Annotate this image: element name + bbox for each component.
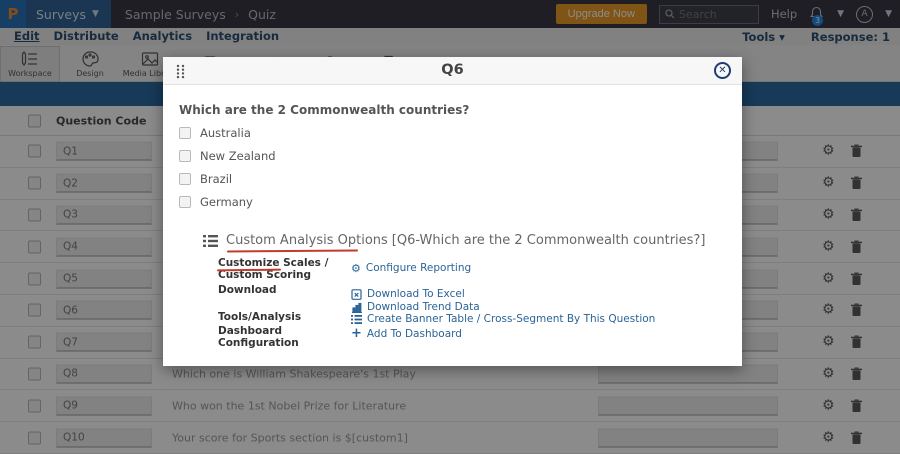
banner-list-icon: [351, 314, 362, 325]
modal-options-list: Australia New Zealand Brazil Germany: [179, 121, 276, 213]
cogs-icon: ⚙: [351, 263, 361, 274]
option-label: Australia: [200, 126, 251, 140]
modal-header: Q6 ✕: [163, 57, 742, 85]
analysis-section-title: Custom Analysis Options [Q6-Which are the…: [226, 233, 705, 248]
link-label: Create Banner Table / Cross-Segment By T…: [367, 313, 655, 325]
option-row: New Zealand: [179, 144, 276, 167]
option-checkbox[interactable]: [179, 196, 191, 208]
download-trend-data-link[interactable]: Download Trend Data: [351, 301, 480, 313]
configure-reporting-link[interactable]: ⚙ Configure Reporting: [351, 262, 471, 274]
trend-chart-icon: [351, 302, 362, 313]
red-annotation-underline: [227, 250, 358, 253]
add-to-dashboard-link[interactable]: + Add To Dashboard: [351, 327, 462, 340]
create-banner-table-link[interactable]: Create Banner Table / Cross-Segment By T…: [351, 313, 655, 325]
plus-icon: +: [351, 327, 362, 340]
option-checkbox[interactable]: [179, 173, 191, 185]
option-label: Brazil: [200, 172, 232, 186]
close-icon[interactable]: ✕: [714, 62, 731, 79]
analysis-category-dashboard-configuration: Dashboard Configuration: [218, 325, 346, 349]
analysis-category-download: Download: [218, 284, 346, 296]
excel-file-icon: [351, 289, 362, 300]
modal-question-text: Which are the 2 Commonwealth countries?: [179, 103, 469, 117]
analysis-category-tools-analysis: Tools/Analysis: [218, 311, 346, 323]
link-label: Configure Reporting: [366, 262, 471, 274]
option-checkbox[interactable]: [179, 150, 191, 162]
option-row: Brazil: [179, 167, 276, 190]
app-window: P Surveys ▼ Sample Surveys › Quiz Upgrad…: [0, 0, 900, 454]
option-row: Australia: [179, 121, 276, 144]
option-label: New Zealand: [200, 149, 276, 163]
link-label: Add To Dashboard: [367, 328, 462, 340]
analysis-title-text: Custom Analysis Options: [226, 233, 388, 248]
option-checkbox[interactable]: [179, 127, 191, 139]
download-to-excel-link[interactable]: Download To Excel: [351, 288, 465, 300]
question-detail-modal: Q6 ✕ Which are the 2 Commonwealth countr…: [163, 57, 742, 366]
modal-title: Q6: [163, 62, 742, 78]
link-label: Download To Excel: [367, 288, 465, 300]
analysis-title-question-ref: [Q6-Which are the 2 Commonwealth countri…: [392, 233, 706, 248]
link-label: Download Trend Data: [367, 301, 480, 313]
option-row: Germany: [179, 190, 276, 213]
list-icon: [203, 235, 218, 247]
option-label: Germany: [200, 195, 253, 209]
